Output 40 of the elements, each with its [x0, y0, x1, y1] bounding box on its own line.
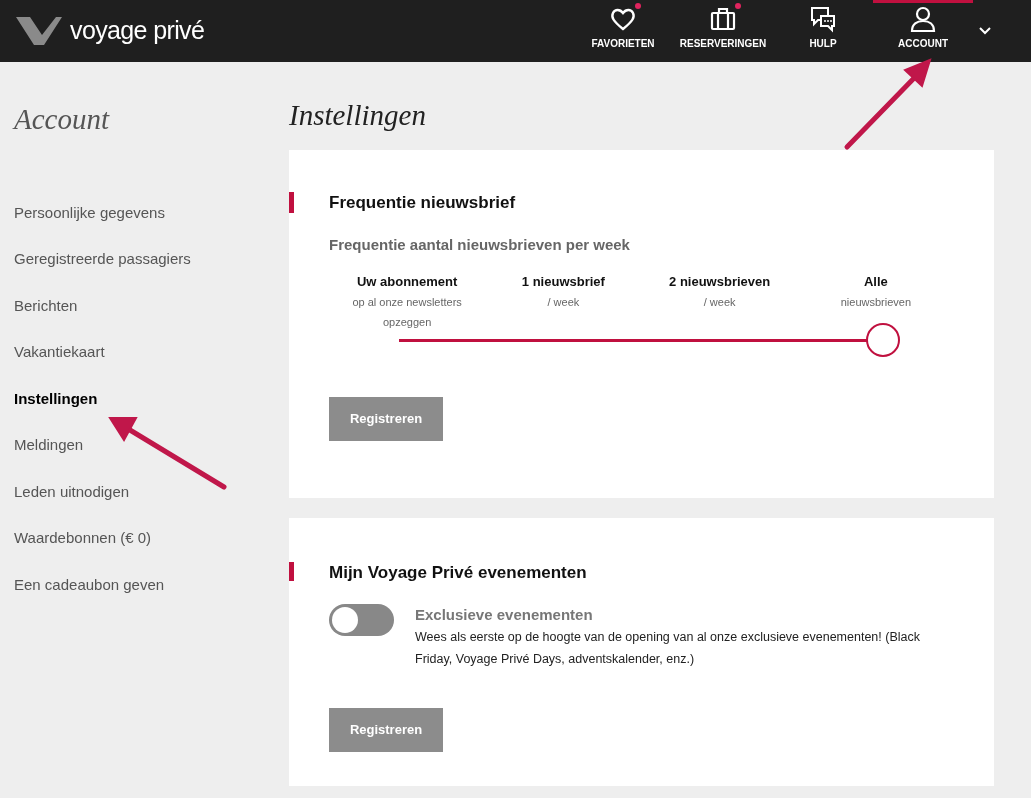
- user-icon: [909, 5, 937, 33]
- sidebar-item[interactable]: Geregistreerde passagiers: [14, 248, 191, 271]
- sidebar-item[interactable]: Waardebonnen (€ 0): [14, 527, 152, 550]
- sidebar-title: Account: [14, 102, 111, 137]
- option-label: Alle: [863, 273, 888, 291]
- register-button[interactable]: Registreren: [329, 397, 443, 441]
- section-title: Mijn Voyage Privé evenementen: [329, 562, 587, 584]
- nav-item[interactable]: HULP: [773, 0, 873, 62]
- slider-thumb[interactable]: [866, 322, 900, 357]
- slider-caption: Frequentie aantal nieuwsbrieven per week: [329, 234, 630, 255]
- option-detail: nieuwsbrieven: [839, 294, 913, 310]
- nav-item[interactable]: FAVORIETEN: [573, 0, 673, 62]
- suitcase-icon: [709, 5, 737, 33]
- chat-bubbles-icon: [809, 5, 837, 33]
- sidebar-item[interactable]: Instellingen: [14, 387, 98, 410]
- section-accent-bar: [289, 192, 294, 213]
- option-detail: op al onze newsletters opzeggen: [351, 294, 463, 330]
- sidebar-item[interactable]: Meldingen: [14, 434, 84, 457]
- option-detail: / week: [546, 294, 581, 310]
- sidebar-item[interactable]: Een cadeaubon geven: [14, 573, 165, 596]
- nav-item[interactable]: ACCOUNT: [873, 0, 973, 62]
- page-title: Instellingen: [289, 98, 426, 132]
- sidebar-item[interactable]: Leden uitnodigen: [14, 480, 130, 503]
- section-accent-bar: [289, 562, 294, 581]
- option-label: 1 nieuwsbrief: [521, 273, 605, 291]
- logo-icon: [16, 17, 62, 45]
- option-label: Uw abonnement: [356, 273, 458, 291]
- option-detail: / week: [702, 294, 737, 310]
- toggle-switch[interactable]: [329, 603, 394, 636]
- chevron-down-icon[interactable]: [979, 27, 991, 35]
- sidebar-item[interactable]: Persoonlijke gegevens: [14, 201, 165, 224]
- toggle-description: Wees als eerste op de hoogte van de opening van al onze exclusieve evenementen! (Black Friday, Voyage Privé Days, adventskalender, enz.): [415, 629, 921, 668]
- register-button[interactable]: Registreren: [329, 708, 443, 752]
- option-label: 2 nieuwsbrieven: [669, 273, 771, 291]
- logo[interactable]: voyage privé: [70, 12, 205, 50]
- toggle-label: Exclusieve evenementen: [415, 604, 594, 625]
- section-title: Frequentie nieuwsbrief: [329, 192, 516, 214]
- nav-item[interactable]: RESERVERINGEN: [673, 0, 773, 62]
- sidebar-item[interactable]: Berichten: [14, 294, 78, 317]
- sidebar-item[interactable]: Vakantiekaart: [14, 341, 105, 364]
